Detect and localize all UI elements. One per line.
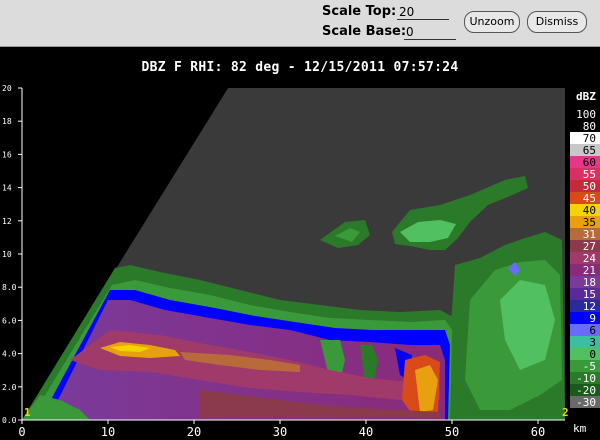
colorbar-label: 12 [583,300,596,313]
colorbar-label: -20 [576,384,596,397]
dismiss-button[interactable]: Dismiss [527,11,587,33]
upper-cloud-layer [320,176,528,250]
colorbar-swatch [570,120,600,132]
y-axis: 20 18 16 14 12 10 8.0 6.0 4.0 2.0 0.0 [2,84,23,425]
y-tick-label: 2.0 [2,383,17,392]
colorbar-label: 6 [589,324,596,337]
colorbar-swatch [570,348,600,360]
colorbar-label: 50 [583,180,596,193]
colorbar-label: 100 [576,108,596,121]
colorbar-swatch [570,108,600,120]
corner-marker-right: 2 [562,406,569,419]
colorbar-swatch [570,264,600,276]
colorbar-label: 40 [583,204,596,217]
scale-top-input[interactable] [397,4,449,20]
x-tick-label: 0 [18,425,25,439]
colorbar-swatch [570,384,600,396]
toolbar: Scale Top: Scale Base: Unzoom Dismiss [0,0,600,47]
colorbar-swatch [570,312,600,324]
x-tick-label: 10 [101,425,115,439]
x-tick-label: 40 [359,425,373,439]
colorbar-swatch [570,168,600,180]
plot-title: DBZ F RHI: 82 deg - 12/15/2011 07:57:24 [141,60,459,75]
colorbar: 100807065605550454035312724211815129630-… [570,108,600,409]
colorbar-swatch [570,396,600,408]
colorbar-label: 31 [583,228,596,241]
y-tick-label: 10 [2,250,12,259]
colorbar-label: 60 [583,156,596,169]
y-tick-label: 18 [2,117,12,126]
colorbar-label: 9 [589,312,596,325]
colorbar-label: -5 [583,360,596,373]
colorbar-swatch [570,336,600,348]
right-precip-region [448,232,565,420]
colorbar-label: -30 [576,396,596,409]
y-tick-label: 6.0 [2,316,17,325]
colorbar-swatch [570,156,600,168]
colorbar-swatch [570,300,600,312]
x-tick-label: 30 [273,425,287,439]
scale-base-input[interactable] [404,24,456,40]
y-tick-label: 20 [2,84,12,93]
y-tick-label: 16 [2,150,12,159]
colorbar-swatch [570,204,600,216]
ground-echo [22,395,90,420]
y-tick-label: 8.0 [2,283,17,292]
colorbar-swatch [570,276,600,288]
colorbar-swatch [570,288,600,300]
colorbar-label: 80 [583,120,596,133]
scale-top-label: Scale Top: [322,4,397,19]
colorbar-label: 45 [583,192,596,205]
colorbar-label: 35 [583,216,596,229]
outside-scan-area [22,88,228,420]
unzoom-button[interactable]: Unzoom [464,11,520,33]
colorbar-swatch [570,240,600,252]
colorbar-swatch [570,216,600,228]
colorbar-label: 70 [583,132,596,145]
x-tick-label: 20 [187,425,201,439]
scale-base-label: Scale Base: [322,24,407,39]
x-tick-label: 50 [445,425,459,439]
x-tick-label: 60 [531,425,545,439]
colorbar-swatch [570,144,600,156]
y-tick-label: 14 [2,184,12,193]
colorbar-swatch [570,132,600,144]
colorbar-label: 65 [583,144,596,157]
colorbar-swatch [570,252,600,264]
colorbar-label: 0 [589,348,596,361]
colorbar-swatch [570,228,600,240]
colorbar-label: -10 [576,372,596,385]
y-tick-label: 0.0 [2,416,17,425]
y-tick-label: 4.0 [2,350,17,359]
colorbar-label: 3 [589,336,596,349]
colorbar-swatch [570,192,600,204]
colorbar-swatch [570,360,600,372]
colorbar-label: 55 [583,168,596,181]
colorbar-label: 27 [583,240,596,253]
corner-marker-left: 1 [24,406,31,419]
colorbar-swatch [570,372,600,384]
colorbar-unit: dBZ [576,90,596,103]
colorbar-swatch [570,180,600,192]
main-storm [22,265,455,420]
colorbar-label: 15 [583,288,596,301]
x-unit-label: km [573,422,587,435]
x-axis: 0 10 20 30 40 50 60 [18,419,565,439]
y-tick-label: 12 [2,217,12,226]
colorbar-label: 21 [583,264,596,277]
scan-area [22,88,565,420]
colorbar-swatch [570,324,600,336]
colorbar-label: 18 [583,276,596,289]
colorbar-label: 24 [583,252,597,265]
